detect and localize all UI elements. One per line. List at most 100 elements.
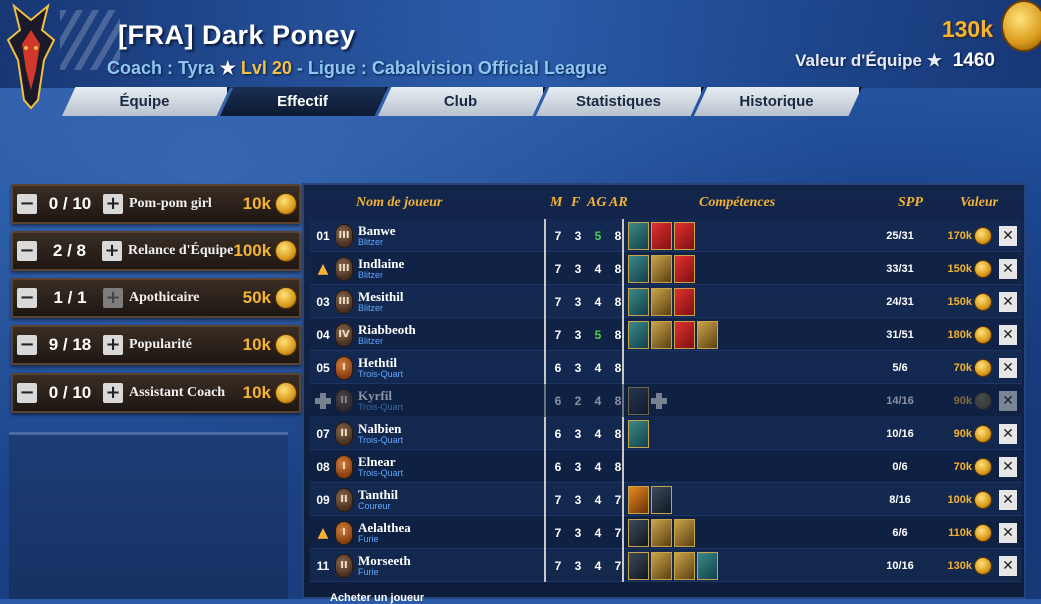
resource-price: 100k: [233, 241, 272, 260]
delete-player-button[interactable]: ✕: [998, 384, 1018, 417]
skill-icon[interactable]: [628, 386, 649, 415]
delete-player-button[interactable]: ✕: [998, 417, 1018, 450]
delete-player-button[interactable]: ✕: [998, 483, 1018, 516]
roster-header: Nom de joueur M F AG AR Compétences SPP …: [304, 189, 1024, 219]
skill-icon[interactable]: [628, 254, 649, 283]
decrease-button[interactable]: −: [17, 335, 37, 355]
player-name-cell[interactable]: Mesithil Blitzer: [358, 285, 538, 318]
delete-x-icon: ✕: [999, 324, 1017, 345]
decrease-button[interactable]: −: [17, 288, 37, 308]
player-row[interactable]: 08 I Elnear Trois-Quart 6 3 4 8 0/6 70k …: [310, 450, 1022, 483]
increase-button[interactable]: +: [103, 288, 123, 308]
gold-coin-icon: [974, 457, 992, 476]
delete-player-button[interactable]: ✕: [998, 252, 1018, 285]
skill-icon[interactable]: [628, 419, 649, 448]
tab-effectif[interactable]: Effectif: [220, 87, 388, 116]
gold-coin-icon: [974, 259, 992, 278]
player-name-cell[interactable]: Indlaine Blitzer: [358, 252, 538, 285]
stat-ar: 8: [614, 426, 622, 441]
player-name-cell[interactable]: Riabbeoth Blitzer: [358, 318, 538, 351]
skill-icon[interactable]: [674, 254, 695, 283]
player-name-cell[interactable]: Hethtil Trois-Quart: [358, 351, 538, 384]
player-value-amount: 90k: [953, 427, 972, 440]
increase-button[interactable]: +: [103, 194, 123, 214]
skill-icon[interactable]: [628, 287, 649, 316]
player-number: 07: [316, 426, 330, 441]
player-name-cell[interactable]: Tanthil Coureur: [358, 483, 538, 516]
col-skills: Compétences: [699, 195, 776, 210]
skill-icon[interactable]: [651, 485, 672, 514]
player-name-cell[interactable]: Kyrfil Trois-Quart: [358, 384, 538, 417]
delete-x-icon: ✕: [999, 456, 1017, 477]
skill-icon[interactable]: [697, 551, 718, 580]
skill-icon[interactable]: [628, 320, 649, 349]
skill-icon[interactable]: [674, 320, 695, 349]
decrease-button[interactable]: −: [17, 241, 37, 261]
player-row[interactable]: II Kyrfil Trois-Quart 6 2 4 8 14/16 90k …: [310, 384, 1022, 417]
stat-f: 3: [574, 294, 582, 309]
player-number: 05: [316, 360, 330, 375]
skill-icon[interactable]: [628, 551, 649, 580]
stat-m: 7: [554, 327, 562, 342]
player-name-cell[interactable]: Banwe Blitzer: [358, 219, 538, 252]
player-row[interactable]: ▲ I Aelalthea Furie 7 3 4 7 6/6 110k ✕: [310, 516, 1022, 549]
skill-icon[interactable]: [651, 320, 672, 349]
delete-player-button[interactable]: ✕: [998, 285, 1018, 318]
skill-icon[interactable]: [628, 485, 649, 514]
skill-icon[interactable]: [628, 221, 649, 250]
player-row[interactable]: ▲ III Indlaine Blitzer 7 3 4 8 33/31 150…: [310, 252, 1022, 285]
delete-player-button[interactable]: ✕: [998, 516, 1018, 549]
skill-icon[interactable]: [674, 518, 695, 547]
promotion-chevron-icon[interactable]: ▲: [314, 252, 332, 285]
tab-equipe[interactable]: Équipe: [62, 87, 230, 116]
skills-list: [628, 351, 868, 384]
skill-icon[interactable]: [674, 221, 695, 250]
delete-player-button[interactable]: ✕: [998, 351, 1018, 384]
player-row[interactable]: 04 IV Riabbeoth Blitzer 7 3 5 8 31/51 18…: [310, 318, 1022, 351]
increase-button[interactable]: +: [102, 241, 122, 261]
skill-icon[interactable]: [697, 320, 718, 349]
tab-club[interactable]: Club: [378, 87, 546, 116]
player-row[interactable]: 07 II Nalbien Trois-Quart 6 3 4 8 10/16 …: [310, 417, 1022, 450]
delete-x-icon: ✕: [999, 291, 1017, 312]
promotion-chevron-icon[interactable]: ▲: [314, 516, 332, 549]
player-name-cell[interactable]: Nalbien Trois-Quart: [358, 417, 538, 450]
player-name-cell[interactable]: Morseeth Furie: [358, 549, 538, 582]
decrease-button[interactable]: −: [17, 383, 37, 403]
decrease-button[interactable]: −: [17, 194, 37, 214]
player-row[interactable]: 05 I Hethtil Trois-Quart 6 3 4 8 5/6 70k…: [310, 351, 1022, 384]
skill-icon[interactable]: [674, 551, 695, 580]
player-row[interactable]: 09 II Tanthil Coureur 7 3 4 7 8/16 100k …: [310, 483, 1022, 516]
league-name: - Ligue : Cabalvision Official League: [291, 58, 607, 78]
player-name-cell[interactable]: Aelalthea Furie: [358, 516, 538, 549]
player-name: Elnear: [358, 454, 396, 469]
delete-player-button[interactable]: ✕: [998, 219, 1018, 252]
delete-x-icon: ✕: [999, 258, 1017, 279]
buy-player-button[interactable]: Acheter un joueur: [330, 592, 424, 604]
player-row[interactable]: 11 II Morseeth Furie 7 3 4 7 10/16 130k …: [310, 549, 1022, 582]
stat-f: 3: [574, 558, 582, 573]
injury-cross-icon: [651, 387, 667, 415]
player-name-cell[interactable]: Elnear Trois-Quart: [358, 450, 538, 483]
player-spp: 10/16: [886, 427, 914, 440]
delete-player-button[interactable]: ✕: [998, 549, 1018, 582]
skill-icon[interactable]: [651, 221, 672, 250]
skill-icon[interactable]: [651, 254, 672, 283]
delete-player-button[interactable]: ✕: [998, 318, 1018, 351]
increase-button[interactable]: +: [103, 335, 123, 355]
player-row[interactable]: 03 III Mesithil Blitzer 7 3 4 8 24/31 15…: [310, 285, 1022, 318]
skill-icon[interactable]: [651, 518, 672, 547]
col-name: Nom de joueur: [356, 195, 443, 210]
tab-historique[interactable]: Historique: [694, 87, 862, 116]
skill-icon[interactable]: [651, 287, 672, 316]
star-icon: ★: [219, 58, 236, 78]
skill-icon[interactable]: [628, 518, 649, 547]
skills-list: [628, 417, 868, 450]
player-row[interactable]: 01 III Banwe Blitzer 7 3 5 8 25/31 170k …: [310, 219, 1022, 252]
tab-statistiques[interactable]: Statistiques: [536, 87, 704, 116]
increase-button[interactable]: +: [103, 383, 123, 403]
delete-player-button[interactable]: ✕: [998, 450, 1018, 483]
skill-icon[interactable]: [674, 287, 695, 316]
gold-coin-icon: [974, 226, 992, 245]
skill-icon[interactable]: [651, 551, 672, 580]
